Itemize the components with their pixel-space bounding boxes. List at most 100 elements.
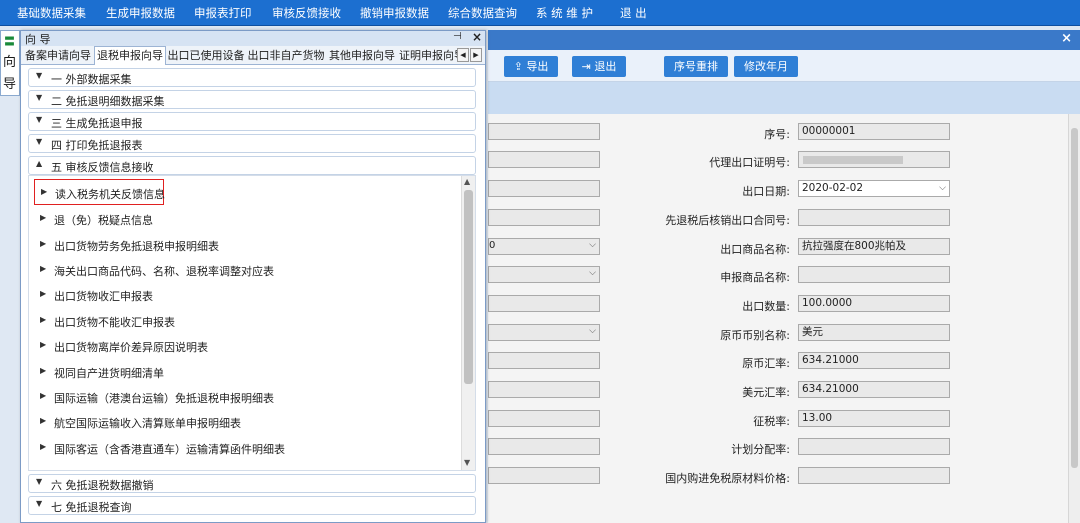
chevron-down-icon: ▼ bbox=[36, 499, 43, 508]
guide-side-tab[interactable]: 〓 向 导 bbox=[0, 30, 20, 96]
list-item[interactable]: ▶ 出口货物不能收汇申报表 bbox=[29, 310, 459, 332]
section-review-feedback[interactable]: ▲ 五 审核反馈信息接收 bbox=[28, 156, 476, 175]
feedback-item-list: ▶ 读入税务机关反馈信息 ▶ 退（免）税疑点信息 ▶ 出口货物劳务免抵退税申报明… bbox=[28, 175, 476, 471]
quantity-field[interactable]: 100.0000 bbox=[798, 295, 950, 312]
list-item-read-feedback[interactable]: ▶ 读入税务机关反馈信息 bbox=[34, 179, 165, 205]
triangle-right-icon: ▶ bbox=[40, 213, 47, 222]
guide-panel: 向 导 ⊣ × 备案申请向导 退税申报向导 出口已使用设备 出口非自产货物 其他… bbox=[20, 30, 486, 523]
field-label-tax-rate: 征税率: bbox=[753, 415, 790, 428]
list-item[interactable]: ▶ 出口货物收汇申报表 bbox=[29, 284, 459, 306]
menu-bar: 基础数据采集 生成申报数据 申报表打印 审核反馈接收 撤销申报数据 综合数据查询… bbox=[0, 0, 1080, 26]
record-form bbox=[488, 114, 1068, 523]
pin-icon[interactable]: ⊣ bbox=[453, 31, 462, 42]
tab-non-self-goods[interactable]: 出口非自产货物 bbox=[247, 47, 325, 65]
triangle-right-icon: ▶ bbox=[40, 315, 47, 324]
tab-refund-guide[interactable]: 退税申报向导 bbox=[94, 46, 166, 65]
export-icon: ⇪ bbox=[513, 60, 527, 73]
tab-scroll-left-icon[interactable]: ◀ bbox=[457, 48, 469, 62]
field-label-contract-no: 先退税后核销出口合同号: bbox=[665, 214, 790, 227]
main-header-strip bbox=[488, 82, 1080, 114]
usd-rate-field[interactable]: 634.21000 bbox=[798, 381, 950, 398]
section-detail-collection[interactable]: ▼ 二 免抵退明细数据采集 bbox=[28, 90, 476, 109]
export-date-select[interactable]: 2020-02-02 ⌵ bbox=[798, 180, 950, 197]
menu-system[interactable]: 系 统 维 护 bbox=[536, 5, 593, 21]
field-label-material-price: 国内购进免税原材料价格: bbox=[665, 472, 790, 485]
product-name-field[interactable]: 抗拉强度在800兆帕及 bbox=[798, 238, 950, 255]
list-item[interactable]: ▶ 出口货物离岸价差异原因说明表 bbox=[29, 335, 459, 357]
tab-filing-guide[interactable]: 备案申请向导 bbox=[23, 47, 93, 65]
list-item[interactable]: ▶ 视同自产进货明细清单 bbox=[29, 361, 459, 383]
field-label-product-name: 出口商品名称: bbox=[720, 243, 790, 256]
tab-used-equipment[interactable]: 出口已使用设备 bbox=[167, 47, 245, 65]
menu-print-forms[interactable]: 申报表打印 bbox=[194, 5, 252, 21]
field-label-currency: 原币币别名称: bbox=[720, 329, 790, 342]
menu-revoke-data[interactable]: 撤销申报数据 bbox=[360, 5, 429, 21]
triangle-right-icon: ▶ bbox=[41, 187, 48, 196]
scroll-thumb[interactable] bbox=[464, 190, 473, 384]
triangle-right-icon: ▶ bbox=[40, 239, 47, 248]
section-revoke-data[interactable]: ▼ 六 免抵退税数据撤销 bbox=[28, 474, 476, 493]
triangle-right-icon: ▶ bbox=[40, 264, 47, 273]
list-item[interactable]: ▶ 海关出口商品代码、名称、退税率调整对应表 bbox=[29, 259, 459, 281]
triangle-right-icon: ▶ bbox=[40, 366, 47, 375]
field-label-allocation: 计划分配率: bbox=[731, 443, 790, 456]
menu-generate-data[interactable]: 生成申报数据 bbox=[106, 5, 175, 21]
chevron-down-icon: ▼ bbox=[36, 93, 43, 102]
modify-month-button[interactable]: 修改年月 bbox=[734, 56, 798, 77]
contract-no-field[interactable] bbox=[798, 209, 950, 226]
allocation-field[interactable] bbox=[798, 438, 950, 455]
section-query[interactable]: ▼ 七 免抵退税查询 bbox=[28, 496, 476, 515]
triangle-right-icon: ▶ bbox=[40, 289, 47, 298]
list-item[interactable]: ▶ 航空国际运输收入清算账单申报明细表 bbox=[29, 411, 459, 433]
menu-exit[interactable]: 退 出 bbox=[620, 5, 647, 21]
chevron-down-icon: ▼ bbox=[36, 137, 43, 146]
section-print-reports[interactable]: ▼ 四 打印免抵退报表 bbox=[28, 134, 476, 153]
material-price-field[interactable] bbox=[798, 467, 950, 484]
renumber-button[interactable]: 序号重排 bbox=[664, 56, 728, 77]
main-scrollbar[interactable] bbox=[1068, 114, 1080, 523]
chevron-down-icon: ⌵ bbox=[939, 183, 946, 193]
field-label-usd-rate: 美元汇率: bbox=[742, 386, 790, 399]
close-icon[interactable]: × bbox=[472, 30, 482, 44]
field-label-orig-rate: 原币汇率: bbox=[742, 357, 790, 370]
main-close-icon[interactable]: × bbox=[1061, 31, 1072, 46]
exit-icon: ⇥ bbox=[581, 60, 595, 73]
section-external-data[interactable]: ▼ 一 外部数据采集 bbox=[28, 68, 476, 87]
field-label-serial: 序号: bbox=[764, 128, 790, 141]
guide-title: 向 导 bbox=[25, 33, 51, 46]
agent-cert-field[interactable] bbox=[798, 151, 950, 168]
guide-title-bar: 向 导 ⊣ × bbox=[21, 30, 485, 46]
tab-other-guide[interactable]: 其他申报向导 bbox=[327, 47, 397, 65]
chevron-down-icon: ▼ bbox=[36, 71, 43, 80]
triangle-right-icon: ▶ bbox=[40, 416, 47, 425]
menu-basic-data[interactable]: 基础数据采集 bbox=[17, 5, 86, 21]
orig-rate-field[interactable]: 634.21000 bbox=[798, 352, 950, 369]
triangle-right-icon: ▶ bbox=[40, 391, 47, 400]
scroll-down-icon[interactable]: ▼ bbox=[464, 458, 470, 467]
exit-button[interactable]: ⇥ 退出 bbox=[572, 56, 626, 77]
declared-name-field[interactable] bbox=[798, 266, 950, 283]
menu-query[interactable]: 综合数据查询 bbox=[448, 5, 517, 21]
triangle-right-icon: ▶ bbox=[40, 442, 47, 451]
export-button[interactable]: ⇪ 导出 bbox=[504, 56, 558, 77]
redacted-value bbox=[803, 156, 903, 164]
list-item[interactable]: ▶ 国际运输（港澳台运输）免抵退税申报明细表 bbox=[29, 386, 459, 408]
section-generate-declaration[interactable]: ▼ 三 生成免抵退申报 bbox=[28, 112, 476, 131]
tax-rate-field[interactable]: 13.00 bbox=[798, 410, 950, 427]
menu-review-feedback[interactable]: 审核反馈接收 bbox=[272, 5, 341, 21]
field-label-quantity: 出口数量: bbox=[742, 300, 790, 313]
main-title-bar: × bbox=[488, 30, 1080, 50]
list-item[interactable]: ▶ 退（免）税疑点信息 bbox=[29, 208, 459, 230]
chevron-up-icon: ▲ bbox=[36, 159, 43, 168]
tab-scroll-right-icon[interactable]: ▶ bbox=[470, 48, 482, 62]
scroll-up-icon[interactable]: ▲ bbox=[464, 177, 470, 186]
list-item[interactable]: ▶ 国际客运（含香港直通车）运输清算函件明细表 bbox=[29, 437, 459, 459]
field-label-declared-name: 申报商品名称: bbox=[720, 271, 790, 284]
serial-field[interactable]: 00000001 bbox=[798, 123, 950, 140]
currency-field[interactable]: 美元 bbox=[798, 324, 950, 341]
guide-icon: 〓 bbox=[4, 35, 15, 48]
list-scrollbar[interactable]: ▲ ▼ bbox=[461, 176, 475, 470]
field-label-agent-cert: 代理出口证明号: bbox=[709, 156, 790, 169]
list-item[interactable]: ▶ 出口货物劳务免抵退税申报明细表 bbox=[29, 234, 459, 256]
tab-cert-guide[interactable]: 证明申报向导 bbox=[399, 47, 457, 65]
